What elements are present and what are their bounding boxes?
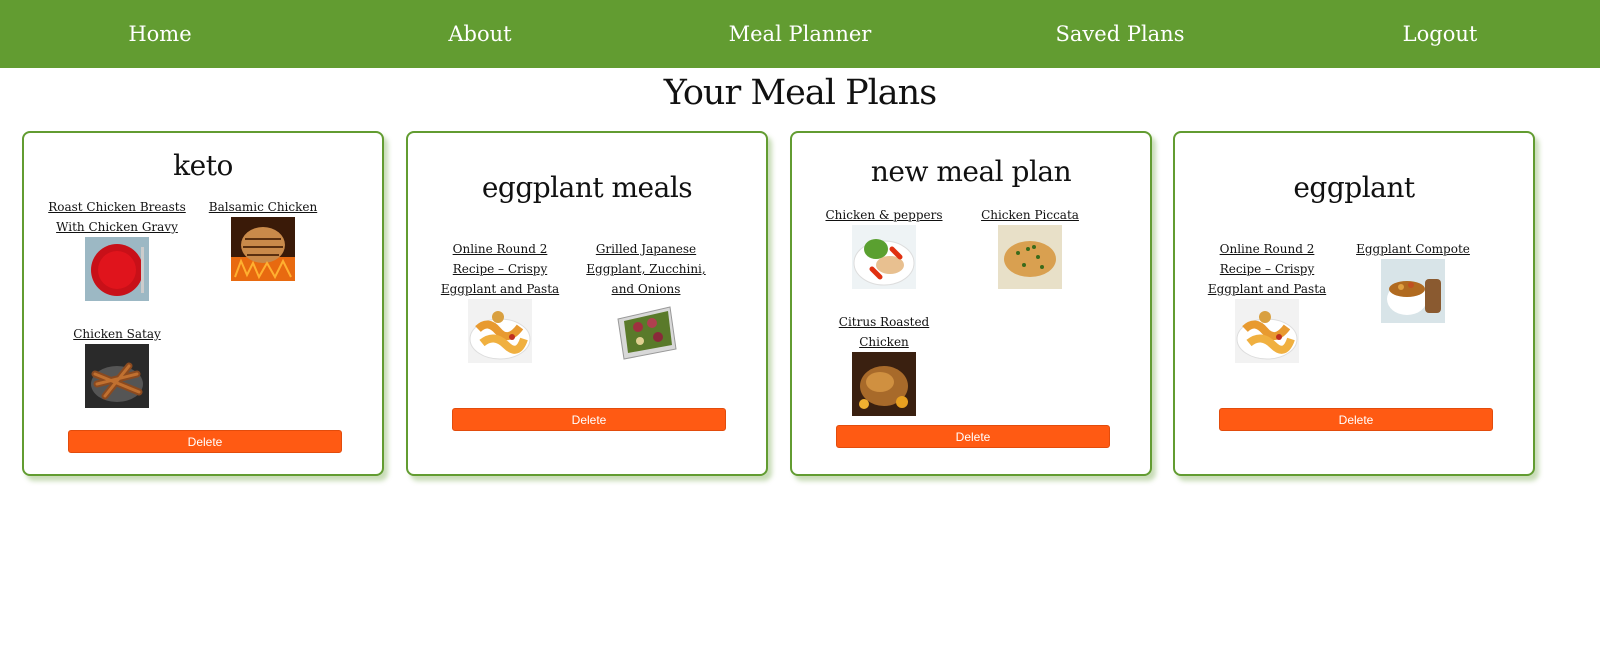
recipe-item: Chicken Satay: [47, 324, 187, 408]
recipe-item: Citrus Roasted Chicken: [814, 312, 954, 416]
delete-button[interactable]: Delete: [452, 408, 726, 431]
delete-button[interactable]: Delete: [68, 430, 342, 453]
red-plate-photo[interactable]: [85, 237, 149, 301]
nav-meal-planner-link[interactable]: Meal Planner: [700, 22, 900, 46]
recipe-link[interactable]: Chicken Piccata: [960, 205, 1100, 225]
recipe-link[interactable]: Online Round 2 Recipe – Crispy Eggplant …: [430, 239, 570, 299]
recipe-item: Balsamic Chicken: [193, 197, 333, 281]
recipe-item: Grilled Japanese Eggplant, Zucchini, and…: [576, 239, 716, 363]
page-title: Your Meal Plans: [663, 73, 937, 113]
pasta-photo[interactable]: [468, 299, 532, 363]
chicken-piccata-photo[interactable]: [998, 225, 1062, 289]
recipe-item: Roast Chicken Breasts With Chicken Gravy: [47, 197, 187, 301]
chicken-peppers-photo[interactable]: [852, 225, 916, 289]
recipe-link[interactable]: Online Round 2 Recipe – Crispy Eggplant …: [1197, 239, 1337, 299]
recipe-link[interactable]: Grilled Japanese Eggplant, Zucchini, and…: [576, 239, 716, 299]
chicken-satay-photo[interactable]: [85, 344, 149, 408]
meal-plan-card: keto Roast Chicken Breasts With Chicken …: [22, 131, 384, 476]
recipe-item: Online Round 2 Recipe – Crispy Eggplant …: [1197, 239, 1337, 363]
recipe-link[interactable]: Chicken Satay: [47, 324, 187, 344]
delete-button[interactable]: Delete: [1219, 408, 1493, 431]
recipe-item: Chicken Piccata: [960, 205, 1100, 289]
meal-plan-title: keto: [173, 149, 233, 182]
meal-plan-title: new meal plan: [870, 155, 1072, 188]
top-nav: Home About Meal Planner Saved Plans Logo…: [0, 0, 1600, 68]
recipe-link[interactable]: Chicken & peppers: [814, 205, 954, 225]
recipe-link[interactable]: Eggplant Compote: [1343, 239, 1483, 259]
recipe-link[interactable]: Balsamic Chicken: [193, 197, 333, 217]
recipe-item: Online Round 2 Recipe – Crispy Eggplant …: [430, 239, 570, 363]
delete-button[interactable]: Delete: [836, 425, 1110, 448]
nav-home-link[interactable]: Home: [60, 22, 260, 46]
roasted-chicken-photo[interactable]: [852, 352, 916, 416]
meal-plan-title: eggplant meals: [481, 171, 693, 204]
nav-saved-plans-link[interactable]: Saved Plans: [1020, 22, 1220, 46]
recipe-link[interactable]: Roast Chicken Breasts With Chicken Gravy: [47, 197, 187, 237]
nav-about-link[interactable]: About: [380, 22, 580, 46]
meal-plan-title: eggplant: [1293, 171, 1415, 204]
pasta-photo[interactable]: [1235, 299, 1299, 363]
recipe-item: Eggplant Compote: [1343, 239, 1483, 323]
recipe-link[interactable]: Citrus Roasted Chicken: [814, 312, 954, 352]
meal-plan-card: eggplant meals Online Round 2 Recipe – C…: [406, 131, 768, 476]
meal-plan-card: new meal plan Chicken & peppers Chicken …: [790, 131, 1152, 476]
meal-plan-card: eggplant Online Round 2 Recipe – Crispy …: [1173, 131, 1535, 476]
recipe-item: Chicken & peppers: [814, 205, 954, 289]
nav-logout-link[interactable]: Logout: [1340, 22, 1540, 46]
eggplant-compote-photo[interactable]: [1381, 259, 1445, 323]
grilled-chicken-photo[interactable]: [231, 217, 295, 281]
grilled-vegetables-photo[interactable]: [614, 299, 678, 363]
